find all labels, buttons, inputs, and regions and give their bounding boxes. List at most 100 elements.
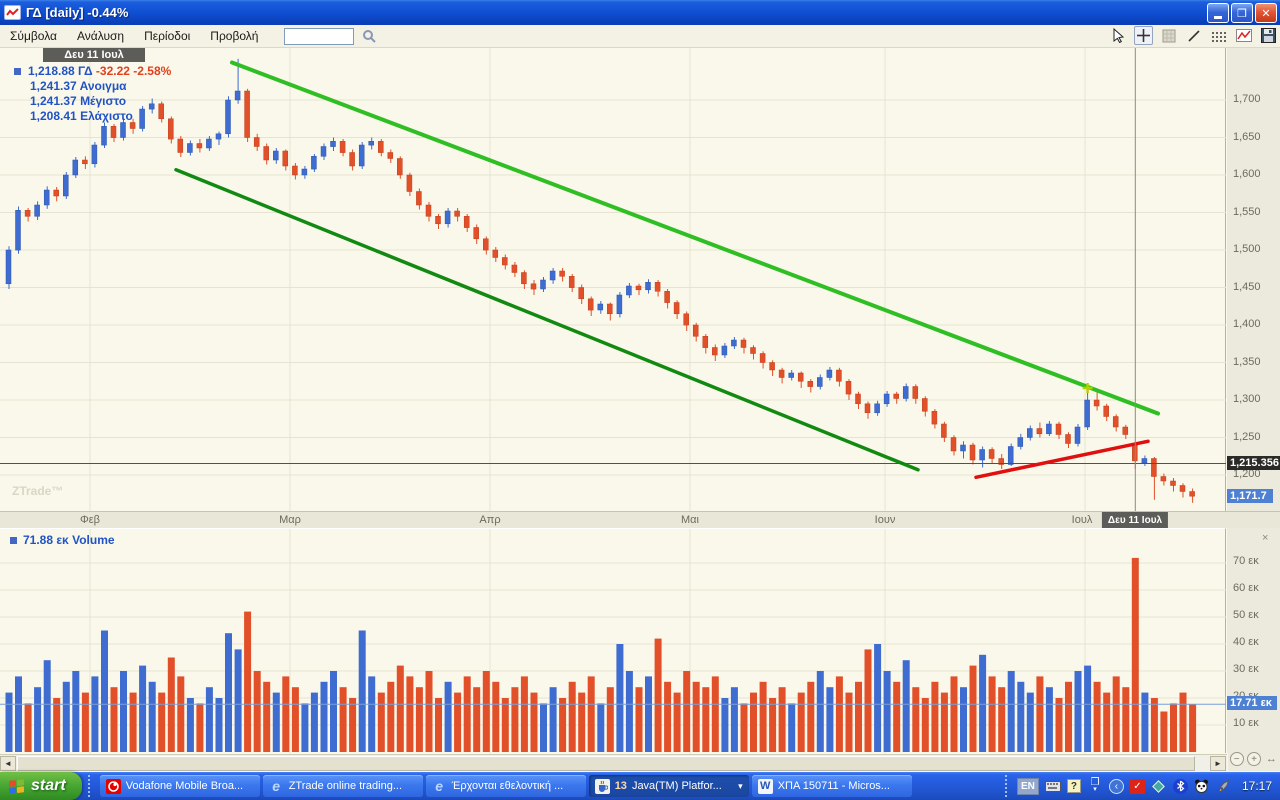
quicklaunch-handle[interactable] bbox=[88, 775, 94, 797]
zoom-controls: − + ↔ bbox=[1228, 747, 1280, 771]
start-button[interactable]: start bbox=[0, 772, 82, 800]
price-axis[interactable]: 1,700 1,650 1,600 1,550 1,500 1,450 1,400 1,350… bbox=[1227, 48, 1280, 511]
taskbar: start Vodafone Mobile Broa... e ZTrade o… bbox=[0, 772, 1280, 800]
volume-tick-label: 30 εκ bbox=[1233, 663, 1259, 675]
price-tick-label: 1,300 bbox=[1233, 393, 1261, 405]
sync-box-tray-icon[interactable] bbox=[1151, 778, 1167, 794]
price-tick-label: 1,400 bbox=[1233, 318, 1261, 330]
group-dropdown-icon: ▾ bbox=[738, 781, 743, 792]
desktop: ΓΔ [daily] -0.44% ❐ ✕ Σύμβολα Ανάλυση Πε… bbox=[0, 0, 1280, 800]
grid-tool-icon[interactable] bbox=[1159, 26, 1178, 45]
readout-last: 1,218.88 ΓΔ bbox=[28, 64, 93, 78]
bluetooth-icon[interactable] bbox=[1173, 779, 1188, 794]
app-chart-icon bbox=[4, 5, 21, 20]
price-tick-label: 1,500 bbox=[1233, 243, 1261, 255]
volume-axis[interactable]: 70 εκ60 εκ50 εκ40 εκ30 εκ20 εκ10 εκ17.71… bbox=[1227, 528, 1280, 753]
volume-tick-label: 40 εκ bbox=[1233, 636, 1259, 648]
price-tick-label: 1,600 bbox=[1233, 168, 1261, 180]
price-chart-svg bbox=[0, 48, 1226, 511]
scroll-left-button[interactable]: ◄ bbox=[0, 756, 16, 771]
save-icon[interactable] bbox=[1259, 26, 1278, 45]
ie-icon: e bbox=[432, 779, 447, 794]
search-icon[interactable] bbox=[362, 29, 377, 44]
volume-tick-label: 50 εκ bbox=[1233, 609, 1259, 621]
minimize-icon bbox=[1214, 16, 1222, 19]
price-tick-label: 1,450 bbox=[1233, 281, 1261, 293]
zoom-out-icon[interactable]: − bbox=[1230, 752, 1244, 766]
month-label: Απρ bbox=[479, 514, 500, 526]
volume-tick-label: 10 εκ bbox=[1233, 717, 1259, 729]
volume-pane[interactable] bbox=[0, 528, 1226, 753]
menu-analysis[interactable]: Ανάλυση bbox=[67, 26, 134, 46]
tray-handle[interactable] bbox=[1005, 775, 1009, 797]
zoom-in-icon[interactable]: + bbox=[1247, 752, 1261, 766]
taskbar-button-word[interactable]: W ΧΠΑ 150711 - Micros... bbox=[752, 775, 912, 797]
hide-icons-chevron-icon[interactable]: ‹ bbox=[1109, 779, 1124, 794]
taskbar-button-vodafone[interactable]: Vodafone Mobile Broa... bbox=[100, 775, 260, 797]
language-indicator[interactable]: EN bbox=[1017, 778, 1039, 795]
window-title: ΓΔ [daily] -0.44% bbox=[26, 5, 128, 20]
symbol-search-input[interactable] bbox=[284, 28, 354, 45]
readout-low-value: 1,208.41 bbox=[30, 109, 77, 123]
readout-change: -32.22 -2.58% bbox=[96, 64, 171, 78]
restore-icon: ❐ bbox=[1237, 7, 1247, 20]
taskbar-clock: 17:17 bbox=[1242, 779, 1272, 793]
restore-button[interactable]: ❐ bbox=[1231, 3, 1253, 23]
price-tick-label: 1,700 bbox=[1233, 93, 1261, 105]
readout-high-label: Μέγιστο bbox=[80, 94, 126, 108]
volume-pane-close-icon[interactable]: × bbox=[1262, 532, 1268, 544]
trendline-tool-icon[interactable] bbox=[1184, 26, 1203, 45]
month-label: Ιουν bbox=[875, 514, 896, 526]
month-label: Ιουλ bbox=[1072, 514, 1093, 526]
window-titlebar[interactable]: ΓΔ [daily] -0.44% ❐ ✕ bbox=[0, 0, 1280, 25]
scrollbar-thumb[interactable] bbox=[17, 756, 1195, 771]
month-label: Μαι bbox=[681, 514, 699, 526]
close-button[interactable]: ✕ bbox=[1255, 3, 1277, 23]
keyboard-icon[interactable] bbox=[1045, 778, 1061, 794]
close-icon: ✕ bbox=[1261, 7, 1270, 20]
vodafone-icon bbox=[106, 779, 121, 794]
selected-date-axis-tag: Δευ 11 Ιουλ bbox=[1102, 512, 1168, 529]
crosshair-date-tag: Δευ 11 Ιουλ bbox=[43, 48, 145, 62]
volume-chart-svg bbox=[0, 529, 1226, 754]
taskbar-button-news[interactable]: e Έρχονται εθελοντική ... bbox=[426, 775, 586, 797]
chart-style-icon[interactable] bbox=[1234, 26, 1253, 45]
last-volume-tag: 17.71 εκ bbox=[1227, 696, 1277, 710]
rocket-tray-icon[interactable] bbox=[1216, 778, 1232, 794]
last-price-tag: 1,171.7 bbox=[1227, 489, 1273, 503]
scroll-right-button[interactable]: ► bbox=[1210, 756, 1226, 771]
volume-tick-label: 70 εκ bbox=[1233, 555, 1259, 567]
minimize-button[interactable] bbox=[1207, 3, 1229, 23]
readout-open-value: 1,241.37 bbox=[30, 79, 77, 93]
price-tick-label: 1,650 bbox=[1233, 131, 1261, 143]
readout-high-value: 1,241.37 bbox=[30, 94, 77, 108]
windows-logo-icon bbox=[8, 778, 26, 794]
restore-window-icon[interactable]: ❐▾ bbox=[1087, 778, 1103, 794]
menu-view[interactable]: Προβολή bbox=[200, 26, 268, 46]
time-axis[interactable]: ΦεβΜαρΑπρΜαιΙουνΙουλΔευ 11 Ιουλ bbox=[0, 511, 1280, 528]
horizontal-scrollbar[interactable]: ◄ ► bbox=[0, 754, 1227, 771]
ohlc-readout: 1,218.88 ΓΔ -32.22 -2.58% 1,241.37 Ανοιγ… bbox=[14, 64, 171, 124]
readout-open-label: Ανοιγμα bbox=[80, 79, 127, 93]
taskbar-button-ztrade[interactable]: e ZTrade online trading... bbox=[263, 775, 423, 797]
menu-symbols[interactable]: Σύμβολα bbox=[0, 26, 67, 46]
help-note-icon[interactable]: ? bbox=[1067, 779, 1081, 793]
volume-bullet-icon bbox=[10, 537, 17, 544]
ie-icon: e bbox=[269, 779, 284, 794]
taskbar-button-java-group[interactable]: 13 Java(TM) Platfor... ▾ bbox=[589, 775, 749, 797]
red-monitor-tray-icon[interactable]: ✓ bbox=[1130, 779, 1145, 794]
menu-periods[interactable]: Περίοδοι bbox=[134, 26, 200, 46]
price-tick-label: 1,550 bbox=[1233, 206, 1261, 218]
price-chart-pane[interactable] bbox=[0, 48, 1226, 511]
panda-antivirus-icon[interactable] bbox=[1194, 778, 1210, 794]
word-icon: W bbox=[758, 779, 773, 794]
fit-width-icon[interactable]: ↔ bbox=[1264, 752, 1278, 766]
crosshair-tool-icon[interactable] bbox=[1134, 26, 1153, 45]
level-price-tag: 1,215.356 bbox=[1227, 456, 1280, 470]
price-tick-label: 1,250 bbox=[1233, 431, 1261, 443]
ztrade-watermark: ZTrade™ bbox=[12, 484, 63, 498]
ruler-tool-icon[interactable] bbox=[1209, 26, 1228, 45]
pointer-tool-icon[interactable] bbox=[1109, 26, 1128, 45]
price-tick-label: 1,350 bbox=[1233, 356, 1261, 368]
java-icon bbox=[595, 779, 610, 794]
